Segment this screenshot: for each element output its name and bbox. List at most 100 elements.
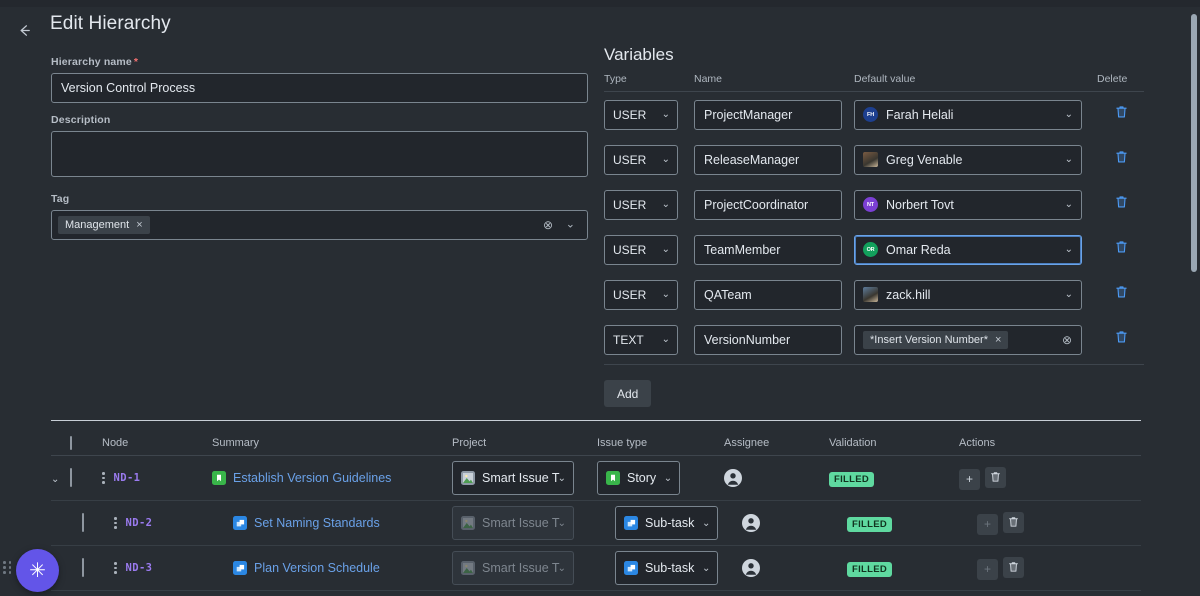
- chevron-down-icon[interactable]: ⌄: [662, 154, 670, 165]
- project-select[interactable]: Smart Issue T⌄: [452, 461, 574, 495]
- nodes-table-body: ⌄ND-1Establish Version GuidelinesSmart I…: [51, 456, 1141, 591]
- variable-name-input[interactable]: [694, 145, 842, 175]
- variable-default-select[interactable]: *Insert Version Number*× ⊗: [854, 325, 1082, 355]
- tag-chip[interactable]: Management ×: [58, 216, 150, 234]
- assignee-avatar-placeholder-icon[interactable]: [742, 559, 760, 577]
- chevron-down-icon[interactable]: ⌄: [664, 473, 672, 484]
- description-textarea[interactable]: [51, 131, 588, 177]
- variable-row: USER⌄ zack.hill⌄: [604, 272, 1144, 317]
- delete-variable-icon[interactable]: [1115, 151, 1128, 167]
- chevron-down-icon[interactable]: ⌄: [702, 563, 710, 574]
- variable-delete-cell: [1097, 150, 1143, 169]
- chevron-down-icon[interactable]: ⌄: [662, 334, 670, 345]
- delete-variable-icon[interactable]: [1115, 286, 1128, 302]
- project-select[interactable]: Smart Issue T⌄: [452, 506, 574, 540]
- chevron-down-icon[interactable]: ⌄: [662, 199, 670, 210]
- chevron-down-icon[interactable]: ⌄: [1065, 244, 1073, 255]
- widget-drag-handle[interactable]: [3, 561, 12, 574]
- row-drag-handle-icon[interactable]: [102, 472, 105, 484]
- row-drag-handle-icon[interactable]: [114, 517, 117, 529]
- delete-variable-icon[interactable]: [1115, 196, 1128, 212]
- issue-type-select[interactable]: Sub-task⌄: [615, 551, 718, 585]
- tag-group: Tag Management × ⊗ ⌄: [51, 193, 588, 240]
- row-checkbox[interactable]: [82, 513, 84, 532]
- variable-delete-cell: [1097, 285, 1143, 304]
- tag-chip-remove-icon[interactable]: ×: [136, 219, 142, 231]
- chevron-down-icon[interactable]: ⌄: [1065, 199, 1073, 210]
- row-checkbox[interactable]: [70, 468, 72, 487]
- variable-row: USER⌄ OROmar Reda⌄: [604, 227, 1144, 272]
- delete-variable-icon[interactable]: [1115, 106, 1128, 122]
- delete-variable-icon[interactable]: [1115, 241, 1128, 257]
- chevron-down-icon[interactable]: ⌄: [702, 518, 710, 529]
- delete-row-button[interactable]: [1003, 512, 1024, 533]
- variable-name-input[interactable]: [694, 235, 842, 265]
- summary-link[interactable]: Establish Version Guidelines: [233, 471, 391, 485]
- chevron-down-icon[interactable]: ⌄: [1065, 109, 1073, 120]
- issue-type-select[interactable]: Story⌄: [597, 461, 680, 495]
- value-clear-icon[interactable]: ⊗: [1062, 334, 1072, 346]
- table-row: ND-3Plan Version ScheduleSmart Issue T⌄S…: [51, 546, 1141, 591]
- chevron-down-icon[interactable]: ⌄: [558, 473, 566, 484]
- issue-type-select[interactable]: Sub-task⌄: [615, 506, 718, 540]
- tag-clear-icon[interactable]: ⊗: [543, 219, 553, 231]
- row-drag-handle-icon[interactable]: [114, 562, 117, 574]
- project-select[interactable]: Smart Issue T⌄: [452, 551, 574, 585]
- add-child-button[interactable]: +: [959, 469, 980, 490]
- tag-chip-label: Management: [65, 219, 129, 231]
- tag-chevron-down-icon[interactable]: ⌄: [566, 220, 575, 231]
- assistant-widget-button[interactable]: ✳: [16, 549, 59, 592]
- expand-row-chevron-icon[interactable]: ⌄: [51, 474, 59, 485]
- summary-link[interactable]: Set Naming Standards: [254, 516, 380, 530]
- chevron-down-icon[interactable]: ⌄: [558, 518, 566, 529]
- back-button[interactable]: [10, 16, 38, 44]
- variable-name-input[interactable]: [694, 325, 842, 355]
- row-checkbox[interactable]: [82, 558, 84, 577]
- hierarchy-name-input[interactable]: [51, 73, 588, 103]
- variable-type-select[interactable]: USER⌄: [604, 190, 678, 220]
- user-avatar: OR: [863, 242, 878, 257]
- chevron-down-icon[interactable]: ⌄: [558, 563, 566, 574]
- chevron-down-icon[interactable]: ⌄: [662, 244, 670, 255]
- variable-name-input[interactable]: [694, 190, 842, 220]
- chevron-down-icon[interactable]: ⌄: [662, 289, 670, 300]
- table-row: ⌄ND-1Establish Version GuidelinesSmart I…: [51, 456, 1141, 501]
- page-scrollbar[interactable]: [1191, 14, 1197, 272]
- variables-col-default: Default value: [854, 73, 1097, 85]
- variable-default-select[interactable]: NTNorbert Tovt⌄: [854, 190, 1082, 220]
- project-cell: Smart Issue T⌄: [452, 551, 597, 585]
- add-child-button[interactable]: +: [977, 559, 998, 580]
- value-chip-remove-icon[interactable]: ×: [995, 334, 1001, 346]
- variable-type-select[interactable]: USER⌄: [604, 280, 678, 310]
- select-all-checkbox[interactable]: [70, 436, 72, 450]
- variable-type-select[interactable]: USER⌄: [604, 235, 678, 265]
- summary-link[interactable]: Plan Version Schedule: [254, 561, 380, 575]
- variable-type-select[interactable]: TEXT⌄: [604, 325, 678, 355]
- add-variable-button[interactable]: Add: [604, 380, 651, 407]
- default-value-label: Farah Helali: [886, 108, 953, 122]
- tag-select[interactable]: Management × ⊗ ⌄: [51, 210, 588, 240]
- project-label: Smart Issue T: [482, 561, 560, 575]
- variable-default-cell: NTNorbert Tovt⌄: [854, 190, 1097, 220]
- delete-row-button[interactable]: [1003, 557, 1024, 578]
- variable-type-select[interactable]: USER⌄: [604, 100, 678, 130]
- delete-row-button[interactable]: [985, 467, 1006, 488]
- variable-default-select[interactable]: OROmar Reda⌄: [854, 235, 1082, 265]
- value-chip[interactable]: *Insert Version Number*×: [863, 331, 1008, 349]
- chevron-down-icon[interactable]: ⌄: [1065, 154, 1073, 165]
- variable-type-select[interactable]: USER⌄: [604, 145, 678, 175]
- subtask-icon: [624, 516, 638, 530]
- chevron-down-icon[interactable]: ⌄: [1065, 289, 1073, 300]
- assignee-avatar-placeholder-icon[interactable]: [742, 514, 760, 532]
- variable-default-select[interactable]: FHFarah Helali⌄: [854, 100, 1082, 130]
- variable-name-cell: [694, 325, 854, 355]
- assignee-avatar-placeholder-icon[interactable]: [724, 469, 742, 487]
- delete-variable-icon[interactable]: [1115, 331, 1128, 347]
- variable-default-select[interactable]: zack.hill⌄: [854, 280, 1082, 310]
- project-cell: Smart Issue T⌄: [452, 461, 597, 495]
- chevron-down-icon[interactable]: ⌄: [662, 109, 670, 120]
- variable-default-select[interactable]: Greg Venable⌄: [854, 145, 1082, 175]
- variable-name-input[interactable]: [694, 100, 842, 130]
- add-child-button[interactable]: +: [977, 514, 998, 535]
- variable-name-input[interactable]: [694, 280, 842, 310]
